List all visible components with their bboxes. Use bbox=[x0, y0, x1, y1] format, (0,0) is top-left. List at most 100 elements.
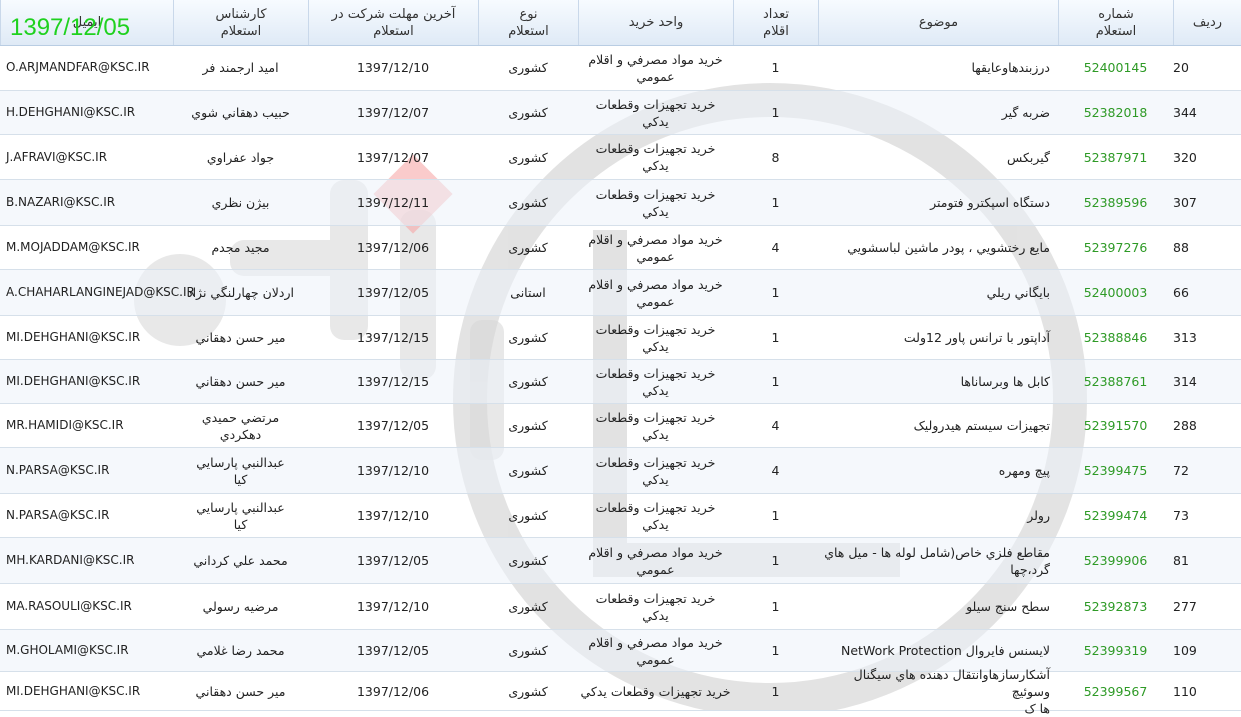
row-unit: خريد تجهيزات وقطعات يدکي bbox=[595, 186, 716, 219]
row-index: 277 bbox=[1173, 599, 1197, 614]
table-row[interactable]: 320 52387971 گيربکس 8 خريد تجهيزات وقطعات يد… bbox=[0, 135, 1241, 180]
row-expert: محمد علي کرداني bbox=[193, 553, 288, 568]
header-subject[interactable]: موضوع bbox=[818, 0, 1058, 45]
inquiry-number-link[interactable]: 52388761 bbox=[1058, 360, 1173, 403]
inquiry-number-link[interactable]: 52399319 bbox=[1058, 630, 1173, 671]
row-subject: ضربه گير bbox=[1001, 105, 1050, 120]
row-email[interactable]: J.AFRAVI@KSC.IR bbox=[0, 135, 173, 179]
row-index: 344 bbox=[1173, 105, 1197, 120]
row-email[interactable]: H.DEHGHANI@KSC.IR bbox=[0, 91, 173, 134]
header-idx[interactable]: ردیف bbox=[1173, 0, 1241, 45]
inquiry-number-link[interactable]: 52388846 bbox=[1058, 316, 1173, 359]
row-unit: خريد مواد مصرفي و اقلام عمومي bbox=[588, 276, 723, 309]
row-type: کشوری bbox=[508, 683, 548, 699]
row-email[interactable]: N.PARSA@KSC.IR bbox=[0, 448, 173, 493]
row-email[interactable]: MR.HAMIDI@KSC.IR bbox=[0, 404, 173, 447]
row-email[interactable]: MI.DEHGHANI@KSC.IR bbox=[0, 316, 173, 359]
inquiry-number-link[interactable]: 52389596 bbox=[1058, 180, 1173, 225]
row-subject: دستگاه اسپکترو فتومتر bbox=[930, 195, 1050, 210]
row-count: 1 bbox=[771, 195, 780, 210]
row-index: 313 bbox=[1173, 330, 1197, 345]
row-count: 1 bbox=[771, 599, 780, 614]
row-deadline: 1397/12/15 bbox=[356, 374, 430, 389]
row-unit: خريد تجهيزات وقطعات يدکي bbox=[580, 683, 731, 699]
table-row[interactable]: 288 52391570 تجهيزات سيستم هيدروليک 4 خريد ت… bbox=[0, 404, 1241, 448]
inquiry-number-link[interactable]: 52392873 bbox=[1058, 584, 1173, 629]
table-row[interactable]: 20 52400145 درزبندهاوعايقها 1 خريد مواد مصرف… bbox=[0, 45, 1241, 91]
row-subject: مايع رختشويي ، پودر ماشين لباسشويي bbox=[847, 240, 1050, 255]
inquiry-number-link[interactable]: 52387971 bbox=[1058, 135, 1173, 179]
row-unit: خريد مواد مصرفي و اقلام عمومي bbox=[588, 51, 723, 84]
header-number[interactable]: شماره استعلام bbox=[1058, 0, 1173, 45]
row-subject: درزبندهاوعايقها bbox=[971, 60, 1050, 75]
row-index: 314 bbox=[1173, 374, 1197, 389]
row-deadline: 1397/12/05 bbox=[356, 285, 430, 300]
table-row[interactable]: 66 52400003 بايگاني ريلي 1 خريد مواد مصرفي و… bbox=[0, 270, 1241, 316]
row-count: 1 bbox=[771, 553, 780, 568]
inquiry-number-link[interactable]: 52382018 bbox=[1058, 91, 1173, 134]
row-email[interactable]: A.CHAHARLANGINEJAD@KSC.IR bbox=[0, 270, 195, 315]
table-row[interactable]: 109 52399319 لايسنس فايروال NetWork Protec… bbox=[0, 630, 1241, 672]
row-subject: بايگاني ريلي bbox=[986, 285, 1050, 300]
table-row[interactable]: 314 52388761 کابل ها وبرساناها 1 خريد تجهيزا… bbox=[0, 360, 1241, 404]
header-expert[interactable]: کارشناس استعلام bbox=[173, 0, 308, 45]
row-expert: جواد عفراوي bbox=[206, 149, 275, 165]
row-email[interactable]: M.MOJADDAM@KSC.IR bbox=[0, 226, 173, 269]
row-deadline: 1397/12/05 bbox=[356, 553, 430, 568]
row-count: 4 bbox=[771, 240, 780, 255]
row-subject: آداپتور با ترانس پاور 12ولت bbox=[903, 330, 1050, 345]
row-email[interactable]: MI.DEHGHANI@KSC.IR bbox=[0, 360, 173, 403]
row-email[interactable]: MH.KARDANI@KSC.IR bbox=[0, 538, 173, 583]
row-expert: مرضيه رسولي bbox=[202, 599, 279, 614]
inquiry-number-link[interactable]: 52397276 bbox=[1058, 226, 1173, 269]
inquiry-number-link[interactable]: 52399906 bbox=[1058, 538, 1173, 583]
row-type: کشوری bbox=[508, 374, 548, 389]
table-row[interactable]: 313 52388846 آداپتور با ترانس پاور 12ولت 1 خ… bbox=[0, 316, 1241, 360]
inquiry-number-link[interactable]: 52399567 bbox=[1058, 672, 1173, 710]
table-row[interactable]: 110 52399567 آشکارسازهاوانتقال دهنده هاي س… bbox=[0, 667, 1241, 716]
header-count[interactable]: تعداد اقلام bbox=[733, 0, 818, 45]
row-type: کشوری bbox=[508, 553, 548, 568]
row-expert: مير حسن دهقاني bbox=[195, 330, 286, 345]
header-type[interactable]: نوع استعلام bbox=[478, 0, 578, 45]
row-count: 1 bbox=[771, 508, 780, 523]
row-deadline: 1397/12/10 bbox=[356, 599, 430, 614]
inquiry-number-link[interactable]: 52391570 bbox=[1058, 404, 1173, 447]
row-unit: خريد تجهيزات وقطعات يدکي bbox=[595, 409, 716, 442]
row-unit: خريد تجهيزات وقطعات يدکي bbox=[595, 454, 716, 487]
row-subject: سطح سنج سيلو bbox=[966, 599, 1050, 614]
row-email[interactable]: MA.RASOULI@KSC.IR bbox=[0, 584, 173, 629]
row-deadline: 1397/12/07 bbox=[356, 105, 430, 120]
inquiry-number-link[interactable]: 52399474 bbox=[1058, 494, 1173, 537]
row-expert: عبدالنبي پارسايي کيا bbox=[196, 499, 285, 532]
inquiry-number-link[interactable]: 52400145 bbox=[1058, 45, 1173, 90]
inquiry-number-link[interactable]: 52400003 bbox=[1058, 270, 1173, 315]
table-row[interactable]: 73 52399474 رولر 1 خريد تجهيزات وقطعات يدکي ک… bbox=[0, 494, 1241, 538]
inquiry-number-link[interactable]: 52399475 bbox=[1058, 448, 1173, 493]
table-row[interactable]: 81 52399906 مقاطع فلزي خاص(شامل لوله ها - … bbox=[0, 538, 1241, 584]
row-email[interactable]: MI.DEHGHANI@KSC.IR bbox=[0, 672, 173, 710]
table-row[interactable]: 307 52389596 دستگاه اسپکترو فتومتر 1 خريد تج… bbox=[0, 180, 1241, 226]
row-type: کشوری bbox=[508, 105, 548, 120]
table-row[interactable]: 88 52397276 مايع رختشويي ، پودر ماشين لباس… bbox=[0, 226, 1241, 270]
row-index: 66 bbox=[1173, 285, 1189, 300]
table-row[interactable]: 72 52399475 پيچ ومهره 4 خريد تجهيزات وقطعات … bbox=[0, 448, 1241, 494]
header-unit[interactable]: واحد خرید bbox=[578, 0, 733, 45]
row-subject: کابل ها وبرساناها bbox=[960, 374, 1050, 389]
row-count: 1 bbox=[771, 374, 780, 389]
row-email[interactable]: M.GHOLAMI@KSC.IR bbox=[0, 630, 173, 671]
row-expert: مجيد مجدم bbox=[211, 240, 270, 255]
row-type: کشوری bbox=[508, 643, 548, 658]
table-row[interactable]: 277 52392873 سطح سنج سيلو 1 خريد تجهيزات وقط… bbox=[0, 584, 1241, 630]
header-deadline[interactable]: آخرین مهلت شرکت در استعلام bbox=[308, 0, 478, 45]
row-email[interactable]: O.ARJMANDFAR@KSC.IR bbox=[0, 45, 173, 90]
row-index: 73 bbox=[1173, 508, 1189, 523]
row-count: 1 bbox=[771, 60, 780, 75]
row-email[interactable]: B.NAZARI@KSC.IR bbox=[0, 180, 173, 225]
row-expert: حبيب دهقاني شوي bbox=[191, 105, 290, 120]
row-subject: پيچ ومهره bbox=[998, 463, 1050, 478]
row-email[interactable]: N.PARSA@KSC.IR bbox=[0, 494, 173, 537]
row-index: 72 bbox=[1173, 463, 1189, 478]
row-unit: خريد تجهيزات وقطعات يدکي bbox=[595, 141, 716, 173]
table-row[interactable]: 344 52382018 ضربه گير 1 خريد تجهيزات وقطعات … bbox=[0, 91, 1241, 135]
